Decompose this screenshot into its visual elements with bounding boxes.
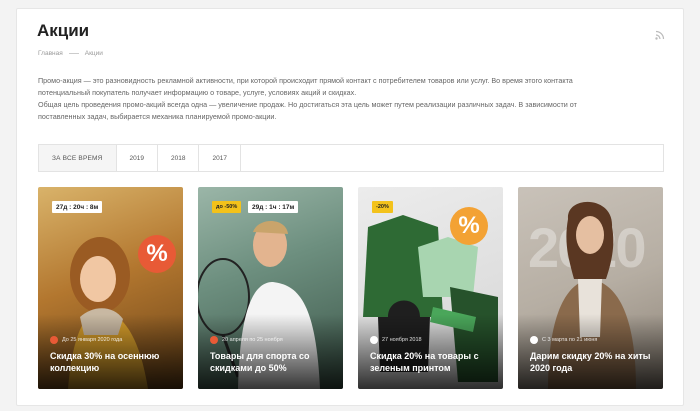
tab-all-time[interactable]: За все время — [39, 145, 117, 171]
rss-icon[interactable] — [655, 30, 665, 40]
discount-badge: -20% — [372, 201, 393, 213]
promo-title[interactable]: Скидка 30% на осеннюю коллекцию — [50, 351, 175, 374]
tab-2017[interactable]: 2017 — [199, 145, 241, 171]
calendar-icon — [530, 336, 538, 344]
promo-date: С 3 марта по 21 июня — [530, 336, 597, 344]
period-tabs: За все время 2019 2018 2017 — [38, 144, 664, 172]
page-title: Акции — [37, 21, 90, 40]
calendar-icon — [370, 336, 378, 344]
promo-title[interactable]: Дарим скидку 20% на хиты 2020 года — [530, 351, 655, 374]
promo-card[interactable]: до -50% 29д : 1ч : 17м 20 апреля по 25 н… — [198, 187, 343, 389]
description-line: поставленных задач, выбирается механика … — [38, 112, 277, 121]
promo-date: 20 апреля по 25 ноября — [210, 336, 283, 344]
promo-date: 27 ноября 2018 — [370, 336, 422, 344]
promo-card[interactable]: 2020 С 3 марта по 21 июня Дарим скидку 2… — [518, 187, 663, 389]
breadcrumb-current: Акции — [84, 50, 103, 57]
percent-icon: % — [450, 207, 488, 245]
description-line: Промо-акция — это разновидность рекламно… — [38, 76, 573, 85]
tab-2019[interactable]: 2019 — [117, 145, 159, 171]
promo-date: До 25 января 2020 года — [50, 336, 122, 344]
promo-date-text: 20 апреля по 25 ноября — [222, 337, 283, 343]
discount-badge: до -50% — [212, 201, 242, 213]
breadcrumb: Главная Акции — [38, 50, 103, 57]
breadcrumb-separator — [68, 53, 79, 54]
description-line: потенциальный покупатель получает информ… — [38, 88, 357, 97]
promo-card[interactable]: 27д : 20ч : 8м % До 25 января 2020 года … — [38, 187, 183, 389]
page-container: Акции Главная Акции Промо-акция — это ра… — [16, 8, 684, 406]
promo-cards: 27д : 20ч : 8м % До 25 января 2020 года … — [38, 187, 664, 397]
promo-date-text: С 3 марта по 21 июня — [542, 337, 598, 343]
countdown-timer: 27д : 20ч : 8м — [52, 201, 103, 213]
promo-title[interactable]: Товары для спорта со скидками до 50% — [210, 351, 335, 374]
description-line: Общая цель проведения промо-акций всегда… — [38, 100, 577, 109]
promo-date-text: До 25 января 2020 года — [62, 337, 123, 343]
promo-description: Промо-акция — это разновидность рекламно… — [38, 75, 658, 123]
tab-2018[interactable]: 2018 — [158, 145, 200, 171]
countdown-timer: 29д : 1ч : 17м — [248, 201, 299, 213]
calendar-icon — [50, 336, 58, 344]
promo-card[interactable]: -20% % 27 ноября 2018 Скидка 20% на това… — [358, 187, 503, 389]
promo-title[interactable]: Скидка 20% на товары с зеленым принтом — [370, 351, 495, 374]
promo-date-text: 27 ноября 2018 — [382, 337, 422, 343]
percent-icon: % — [138, 235, 176, 273]
calendar-icon — [210, 336, 218, 344]
breadcrumb-home-link[interactable]: Главная — [38, 50, 63, 57]
